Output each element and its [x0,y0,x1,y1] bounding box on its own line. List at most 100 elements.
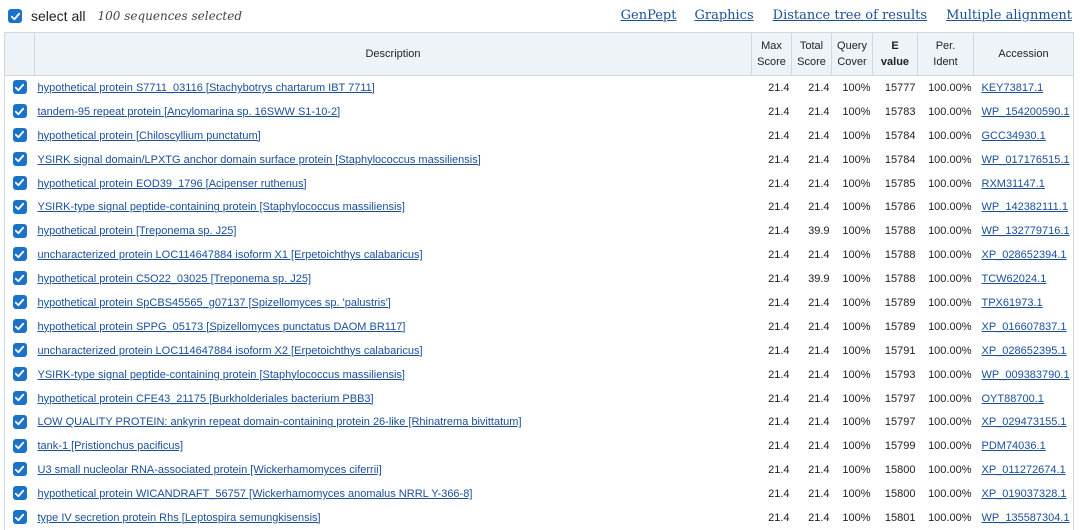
row-checkbox[interactable] [12,80,27,95]
header-per-ident[interactable]: Per. Ident [917,32,974,76]
description-link[interactable]: type IV secretion protein Rhs [Leptospir… [37,512,321,524]
accession-link[interactable]: XP_019037328.1 [976,488,1067,500]
description-link[interactable]: hypothetical protein C5O22_03025 [Trepon… [37,273,312,285]
row-checkbox[interactable] [12,223,27,238]
description-link[interactable]: tank-1 [Pristionchus pacificus] [37,440,184,452]
header-accession[interactable]: Accession [973,32,1074,76]
description-cell: uncharacterized protein LOC114647884 iso… [35,243,752,267]
row-checkbox[interactable] [12,366,27,381]
row-checkbox[interactable] [12,390,27,405]
row-checkbox[interactable] [12,295,27,310]
accession-link[interactable]: WP_132779716.1 [976,225,1070,237]
description-link[interactable]: U3 small nucleolar RNA-associated protei… [37,464,382,476]
row-checkbox-cell [4,195,35,220]
row-checkbox[interactable] [12,438,27,453]
query-cover-cell: 100% [842,511,871,524]
checkmark-icon [15,370,25,378]
checkmark-icon [15,274,25,282]
description-link[interactable]: hypothetical protein EOD39_1796 [Acipens… [37,178,307,190]
accession-link[interactable]: WP_142382111.1 [976,201,1068,213]
row-checkbox-cell [4,267,35,292]
accession-link[interactable]: WP_009383790.1 [976,369,1070,381]
accession-link[interactable]: OYT88700.1 [976,393,1044,405]
row-checkbox[interactable] [12,414,27,429]
accession-link[interactable]: WP_135587304.1 [976,512,1070,524]
accession-link[interactable]: XP_028652394.1 [976,249,1067,261]
description-link[interactable]: hypothetical protein [Chiloscyllium punc… [37,130,261,142]
accession-link[interactable]: XP_011272674.1 [976,464,1066,476]
evalue-cell: 15793 [884,368,916,381]
description-link[interactable]: YSIRK-type signal peptide-containing pro… [37,201,405,213]
accession-link[interactable]: WP_154200590.1 [976,106,1070,118]
row-checkbox[interactable] [12,319,27,334]
row-checkbox[interactable] [12,342,27,357]
description-cell: hypothetical protein [Chiloscyllium punc… [35,124,752,148]
evalue-cell: 15799 [884,440,916,453]
description-link[interactable]: hypothetical protein SpCBS45565_g07137 [… [37,297,391,309]
description-link[interactable]: hypothetical protein SPPG_05173 [Spizell… [37,321,406,333]
accession-link[interactable]: XP_028652395.1 [976,345,1067,357]
total-score-cell: 39.9 [808,225,830,238]
graphics-link[interactable]: Graphics [694,8,753,23]
row-checkbox-cell [4,75,35,100]
total-score-cell: 21.4 [808,129,830,142]
table-row: YSIRK signal domain/LPXTG anchor domain … [4,147,1074,172]
max-score-cell: 21.4 [768,511,790,524]
description-link[interactable]: hypothetical protein S7711_03116 [Stachy… [37,82,375,94]
description-link[interactable]: uncharacterized protein LOC114647884 iso… [37,249,423,261]
select-all-label[interactable]: select all [31,8,85,24]
accession-cell: XP_029473155.1 [973,410,1074,435]
description-link[interactable]: hypothetical protein [Treponema sp. J25] [37,225,237,237]
row-checkbox[interactable] [12,175,27,190]
genpept-link[interactable]: GenPept [621,8,677,23]
accession-link[interactable]: WP_017176515.1 [976,154,1070,166]
table-row: LOW QUALITY PROTEIN: ankyrin repeat doma… [4,410,1074,435]
row-checkbox[interactable] [12,199,27,214]
multiple-alignment-link[interactable]: Multiple alignment [946,8,1072,23]
accession-cell: WP_154200590.1 [973,99,1074,124]
evalue-cell: 15797 [884,416,916,429]
query-cover-cell: 100% [842,416,871,429]
header-total-score[interactable]: Total Score [791,32,832,76]
description-link[interactable]: hypothetical protein WICANDRAFT_56757 [W… [37,488,473,500]
row-checkbox[interactable] [12,151,27,166]
accession-link[interactable]: GCC34930.1 [976,130,1046,142]
accession-link[interactable]: RXM31147.1 [976,178,1045,190]
accession-link[interactable]: XP_016607837.1 [976,321,1067,333]
description-link[interactable]: tandem-95 repeat protein [Ancylomarina s… [37,106,341,118]
table-row: hypothetical protein EOD39_1796 [Acipens… [4,171,1074,196]
header-evalue[interactable]: Evalue [872,32,918,76]
accession-link[interactable]: TCW62024.1 [976,273,1047,285]
row-checkbox[interactable] [12,247,27,262]
evalue-cell: 15786 [884,201,916,214]
evalue-cell: 15788 [884,225,916,238]
row-checkbox[interactable] [12,462,27,477]
total-score-cell: 21.4 [808,153,830,166]
select-all-checkbox[interactable] [8,9,22,23]
description-cell: hypothetical protein S7711_03116 [Stachy… [35,76,752,100]
table-row: U3 small nucleolar RNA-associated protei… [4,458,1074,483]
accession-link[interactable]: XP_029473155.1 [976,416,1067,428]
row-checkbox[interactable] [12,127,27,142]
max-score-cell: 21.4 [768,320,790,333]
row-checkbox[interactable] [12,271,27,286]
row-checkbox[interactable] [12,510,27,525]
header-max-score[interactable]: Max Score [751,32,792,76]
row-checkbox-cell [4,99,35,124]
description-link[interactable]: YSIRK-type signal peptide-containing pro… [37,369,405,381]
header-description[interactable]: Description [34,32,752,76]
distance-tree-link[interactable]: Distance tree of results [773,8,927,23]
header-query-cover[interactable]: Query Cover [831,32,873,76]
description-link[interactable]: YSIRK signal domain/LPXTG anchor domain … [37,154,481,166]
row-checkbox[interactable] [12,104,27,119]
description-link[interactable]: uncharacterized protein LOC114647884 iso… [37,345,423,357]
accession-link[interactable]: TPX61973.1 [976,297,1043,309]
row-checkbox[interactable] [12,486,27,501]
accession-link[interactable]: KEY73817.1 [976,82,1044,94]
description-link[interactable]: hypothetical protein CFE43_21175 [Burkho… [37,393,374,405]
description-link[interactable]: LOW QUALITY PROTEIN: ankyrin repeat doma… [37,416,522,428]
description-cell: hypothetical protein C5O22_03025 [Trepon… [35,267,752,291]
table-row: hypothetical protein [Chiloscyllium punc… [4,123,1074,148]
table-row: hypothetical protein CFE43_21175 [Burkho… [4,386,1074,411]
accession-link[interactable]: PDM74036.1 [976,440,1046,452]
